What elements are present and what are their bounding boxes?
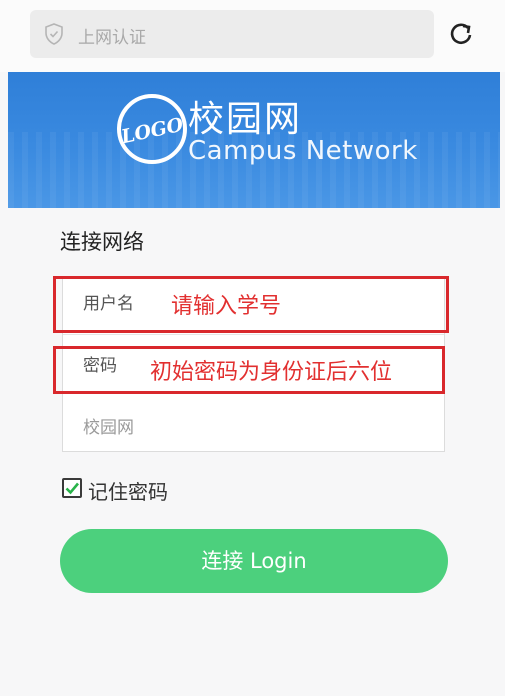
remember-checkbox[interactable] [62,478,82,498]
network-select[interactable]: 校园网 [63,393,444,451]
address-bar[interactable]: 上网认证 [30,10,434,58]
reload-icon[interactable] [447,20,475,48]
checkmark-icon [65,482,79,495]
address-text: 上网认证 [78,28,146,48]
banner-title-cn: 校园网 [188,99,303,140]
banner-title-en: Campus Network [188,136,418,166]
username-hint: 请输入学号 [171,294,282,319]
remember-label: 记住密码 [88,480,168,504]
shield-icon [45,23,63,45]
browser-toolbar: 上网认证 [0,0,505,72]
logo: LOGO [117,94,187,164]
captive-portal-page: 上网认证 LOGO 校园网 Campus Network 连接网络 用户名 密码… [0,0,505,696]
login-button[interactable]: 连接 Login [60,529,448,593]
logo-text: LOGO [119,113,186,149]
network-label: 校园网 [83,418,134,438]
campus-banner: LOGO 校园网 Campus Network [8,72,500,208]
form-title: 连接网络 [60,230,144,254]
password-hint: 初始密码为身份证后六位 [150,360,393,385]
